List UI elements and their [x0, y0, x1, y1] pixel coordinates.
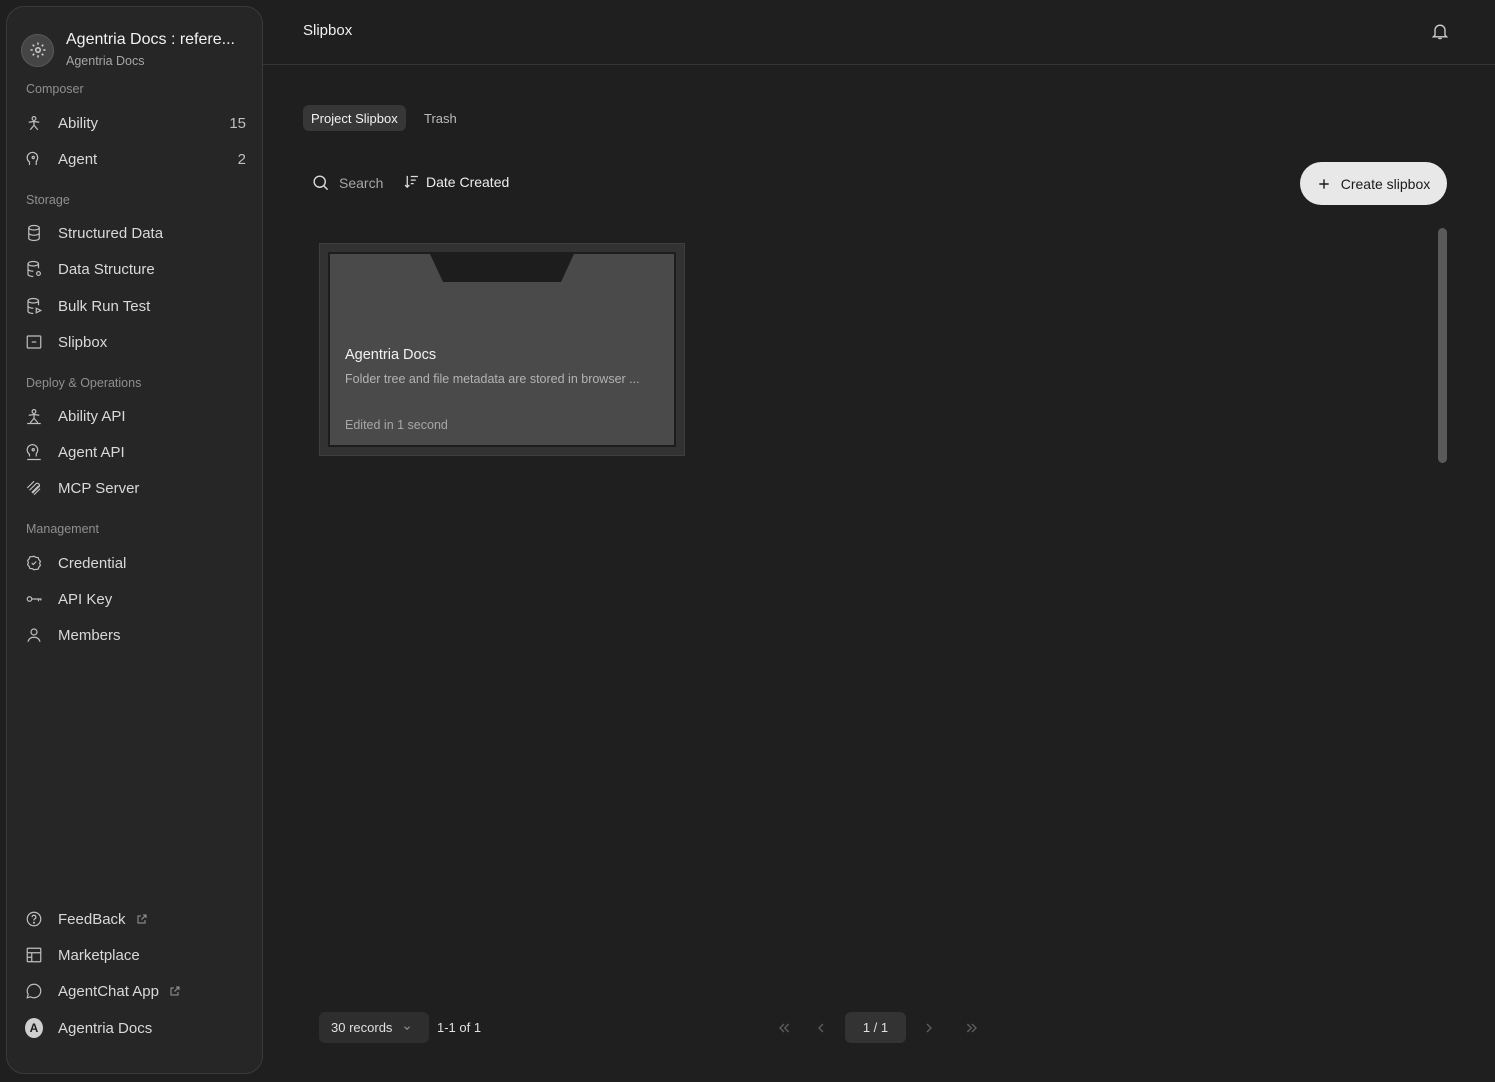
search-input[interactable]: Search: [311, 173, 383, 192]
sidebar-item-label: Data Structure: [58, 260, 155, 278]
project-avatar-icon: [21, 33, 54, 67]
sidebar-item-label: Structured Data: [58, 224, 164, 242]
records-per-page-value: 30 records: [331, 1020, 393, 1035]
sidebar-item-marketplace[interactable]: Marketplace: [25, 940, 246, 970]
slipbox-edited-time: Edited in 1 second: [345, 418, 448, 432]
section-composer: Composer: [26, 82, 84, 96]
sidebar-item-label: Agent API: [58, 443, 125, 461]
user-icon: [25, 626, 43, 644]
database-icon: [25, 224, 43, 242]
ability-api-icon: [25, 407, 43, 425]
sidebar-item-label: Agent: [58, 150, 98, 168]
sidebar-item-label: Members: [58, 626, 121, 644]
chevron-left-icon: [813, 1020, 829, 1036]
sidebar-item-agent-api[interactable]: Agent API: [25, 437, 246, 467]
slipbox-description: Folder tree and file metadata are stored…: [345, 372, 640, 386]
search-icon: [311, 173, 330, 192]
plus-icon: [1317, 177, 1331, 191]
database-play-icon: [25, 297, 43, 315]
tab-project-slipbox[interactable]: Project Slipbox: [303, 105, 406, 131]
top-header: Slipbox: [263, 0, 1495, 65]
help-circle-icon: [25, 910, 43, 928]
create-slipbox-label: Create slipbox: [1340, 175, 1431, 192]
key-icon: [25, 590, 43, 608]
sidebar-item-label: API Key: [58, 590, 113, 608]
sidebar-item-slipbox[interactable]: Slipbox: [25, 327, 246, 357]
project-subtitle: Agentria Docs: [66, 54, 145, 68]
folder-tab-notch: [430, 254, 574, 282]
scrollbar[interactable]: [1438, 228, 1447, 463]
sidebar-item-label: FeedBack: [58, 910, 126, 928]
ability-icon: [25, 114, 43, 132]
sidebar-item-bulk-run-test[interactable]: Bulk Run Test: [25, 291, 246, 321]
chevron-down-icon: [402, 1023, 412, 1033]
sidebar-item-members[interactable]: Members: [25, 620, 246, 650]
sidebar-item-label: Credential: [58, 554, 127, 572]
sidebar-item-api-key[interactable]: API Key: [25, 584, 246, 614]
project-switcher[interactable]: Agentria Docs : refere... Agentria Docs: [21, 31, 249, 69]
workspace-switcher[interactable]: A Agentria Docs: [25, 1013, 246, 1043]
sort-label: Date Created: [426, 173, 510, 190]
section-storage: Storage: [26, 193, 70, 207]
sidebar-item-label: MCP Server: [58, 479, 140, 497]
sidebar-item-label: AgentChat App: [58, 982, 159, 1000]
external-link-icon: [169, 985, 181, 997]
slipbox-folder: Agentria Docs Folder tree and file metad…: [328, 252, 676, 447]
chevrons-right-icon: [964, 1020, 980, 1036]
agent-count: 2: [237, 150, 246, 168]
bell-icon[interactable]: [1430, 21, 1450, 41]
chevrons-left-icon: [776, 1020, 792, 1036]
next-page-button[interactable]: [917, 1016, 941, 1040]
current-page-indicator: 1 / 1: [845, 1012, 906, 1043]
sidebar: Agentria Docs : refere... Agentria Docs …: [6, 6, 263, 1074]
sidebar-item-credential[interactable]: Credential: [25, 548, 246, 578]
create-slipbox-button[interactable]: Create slipbox: [1300, 162, 1447, 205]
first-page-button[interactable]: [772, 1016, 796, 1040]
sidebar-item-agent[interactable]: Agent 2: [25, 144, 246, 174]
search-placeholder: Search: [339, 174, 384, 191]
sidebar-item-label: Bulk Run Test: [58, 297, 151, 315]
project-title: Agentria Docs : refere...: [66, 31, 235, 48]
records-range: 1-1 of 1: [437, 1020, 482, 1035]
page-title: Slipbox: [303, 22, 353, 39]
sidebar-item-ability[interactable]: Ability 15: [25, 108, 246, 138]
sort-desc-icon: [403, 173, 420, 190]
credential-icon: [25, 554, 43, 572]
slipbox-title: Agentria Docs: [345, 347, 437, 363]
sidebar-item-agentchat[interactable]: AgentChat App: [25, 976, 246, 1006]
sidebar-item-structured-data[interactable]: Structured Data: [25, 218, 246, 248]
prev-page-button[interactable]: [809, 1016, 833, 1040]
workspace-name: Agentria Docs: [58, 1019, 153, 1037]
chevron-right-icon: [921, 1020, 937, 1036]
section-management: Management: [26, 522, 99, 536]
sidebar-item-label: Slipbox: [58, 333, 108, 351]
tab-trash[interactable]: Trash: [416, 105, 465, 131]
last-page-button[interactable]: [960, 1016, 984, 1040]
slipbox-icon: [25, 333, 43, 351]
sort-button[interactable]: Date Created: [403, 173, 509, 190]
external-link-icon: [136, 913, 148, 925]
chat-icon: [25, 982, 43, 1000]
database-settings-icon: [25, 260, 43, 278]
ability-count: 15: [229, 114, 246, 132]
slipbox-card[interactable]: Agentria Docs Folder tree and file metad…: [319, 243, 685, 456]
sidebar-item-label: Marketplace: [58, 946, 140, 964]
agent-icon: [25, 150, 43, 168]
workspace-avatar: A: [25, 1018, 43, 1038]
sidebar-item-mcp-server[interactable]: MCP Server: [25, 473, 246, 503]
sidebar-item-label: Ability API: [58, 407, 126, 425]
store-icon: [25, 946, 43, 964]
mcp-icon: [25, 479, 43, 497]
sidebar-item-data-structure[interactable]: Data Structure: [25, 254, 246, 284]
sidebar-item-label: Ability: [58, 114, 99, 132]
section-deploy: Deploy & Operations: [26, 376, 142, 390]
agent-api-icon: [25, 443, 43, 461]
sidebar-item-feedback[interactable]: FeedBack: [25, 904, 246, 934]
sidebar-item-ability-api[interactable]: Ability API: [25, 401, 246, 431]
records-per-page-select[interactable]: 30 records: [319, 1012, 429, 1043]
